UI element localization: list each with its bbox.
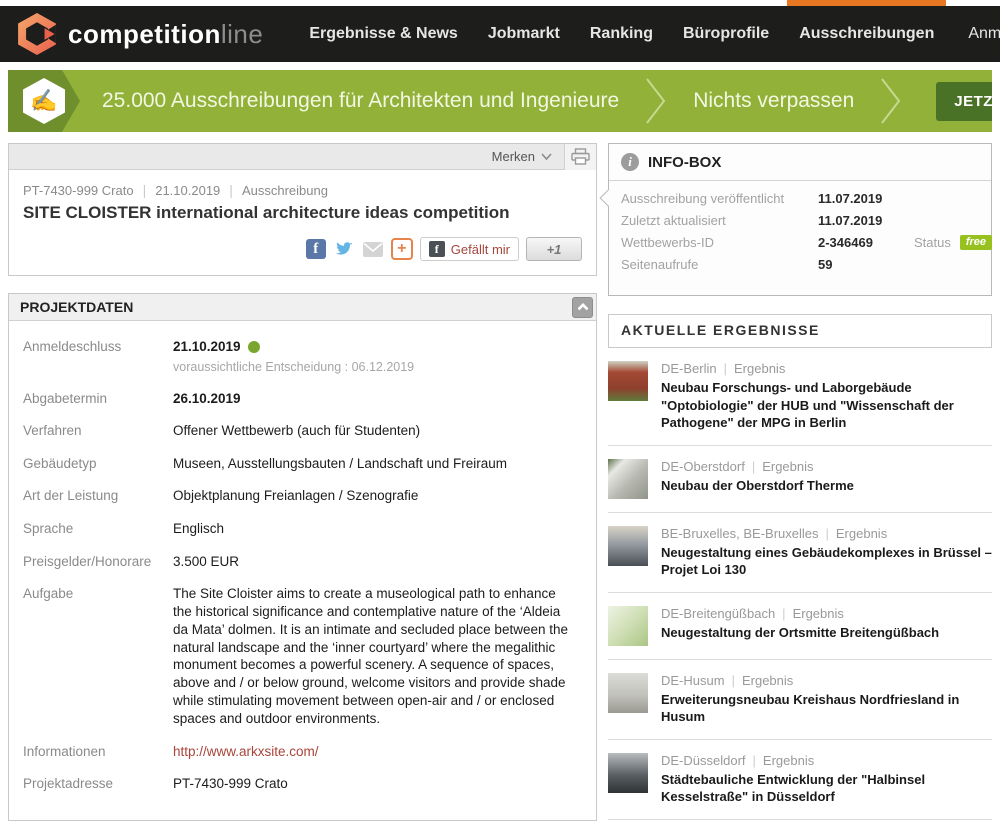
page: competitionline Ergebnisse & News Jobmar…	[0, 0, 1000, 833]
main-nav: Ergebnisse & News Jobmarkt Ranking Bürop…	[309, 6, 934, 62]
result-thumbnail	[608, 673, 648, 713]
breadcrumb-date: 21.10.2019	[155, 183, 220, 198]
print-button[interactable]	[564, 144, 596, 170]
banner-text-1: 25.000 Ausschreibungen für Architekten u…	[102, 89, 619, 113]
field-row-anmeldeschluss: Anmeldeschluss 21.10.2019 voraussichtlic…	[23, 338, 582, 375]
list-item-result[interactable]: BE-Bruxelles, BE-Bruxelles|Ergebnis Neug…	[608, 513, 992, 593]
social-share-row: f + f Gefällt mir +1	[23, 237, 582, 261]
projektdaten-section: PROJEKTDATEN Anmeldeschluss 21.10.2019 v…	[8, 293, 597, 821]
chevron-separator-icon	[880, 77, 902, 125]
info-row-wettbewerbs-id: Wettbewerbs-ID 2-346469 Status free	[621, 235, 979, 250]
chevron-down-icon	[541, 153, 552, 160]
deadline-status-dot	[248, 341, 260, 353]
nav-item-ausschreibungen[interactable]: Ausschreibungen	[799, 6, 934, 62]
facebook-like-button[interactable]: f Gefällt mir	[420, 237, 519, 261]
result-thumbnail	[608, 526, 648, 566]
brand-logo[interactable]: competitionline	[16, 13, 263, 55]
breadcrumb: PT-7430-999 Crato|21.10.2019|Ausschreibu…	[23, 182, 582, 198]
ergebnisse-header: AKTUELLE ERGEBNISSE	[608, 314, 992, 348]
status-label: Status	[914, 235, 951, 250]
nav-item-ranking[interactable]: Ranking	[590, 6, 653, 62]
field-row-projektadresse: Projektadresse PT-7430-999 Crato	[23, 775, 582, 793]
nav-item-jobmarkt[interactable]: Jobmarkt	[488, 6, 560, 62]
collapse-button[interactable]	[572, 297, 593, 318]
result-thumbnail	[608, 606, 648, 646]
page-title: SITE CLOISTER international architecture…	[23, 203, 582, 223]
list-item-result[interactable]: DE-Berlin|Ergebnis Neubau Forschungs- un…	[608, 348, 992, 446]
breadcrumb-project-id: PT-7430-999 Crato	[23, 183, 134, 198]
field-row-aufgabe: Aufgabe The Site Cloister aims to create…	[23, 585, 582, 728]
result-thumbnail	[608, 753, 648, 793]
article-card: Merken PT-7430	[8, 143, 597, 276]
merken-dropdown[interactable]: Merken	[492, 149, 552, 164]
info-row-seitenaufrufe: Seitenaufrufe 59	[621, 257, 979, 272]
field-row-abgabetermin: Abgabetermin 26.10.2019	[23, 390, 582, 408]
breadcrumb-type: Ausschreibung	[242, 183, 328, 198]
info-row-aktualisiert: Zuletzt aktualisiert 11.07.2019	[621, 213, 979, 228]
facebook-mini-icon: f	[429, 241, 445, 257]
field-row-verfahren: Verfahren Offener Wettbewerb (auch für S…	[23, 422, 582, 440]
banner-text-2: Nichts verpassen	[693, 89, 854, 113]
info-icon: i	[621, 153, 639, 171]
result-thumbnail	[608, 361, 648, 401]
info-box: i INFO-BOX Ausschreibung veröffentlicht …	[608, 143, 992, 296]
project-website-link[interactable]: http://www.arkxsite.com/	[173, 744, 319, 759]
ergebnisse-list: DE-Berlin|Ergebnis Neubau Forschungs- un…	[608, 348, 992, 833]
article-toolbar: Merken	[9, 144, 596, 170]
status-badge: free	[960, 235, 992, 250]
field-row-art-der-leistung: Art der Leistung Objektplanung Freianlag…	[23, 487, 582, 505]
brand-wordmark: competitionline	[68, 19, 263, 50]
writing-hand-icon: ✍	[23, 78, 65, 124]
printer-icon	[571, 148, 590, 165]
jetzt-testen-button[interactable]: JETZT TESTEN❯	[936, 82, 992, 121]
info-row-veroeffentlicht: Ausschreibung veröffentlicht 11.07.2019	[621, 191, 979, 206]
expected-decision-note: voraussichtliche Entscheidung : 06.12.20…	[173, 359, 573, 375]
promo-banner: ✍ 25.000 Ausschreibungen für Architekten…	[8, 70, 992, 132]
login-link[interactable]: Anmelden	[968, 25, 1000, 43]
nav-item-bueroprofile[interactable]: Büroprofile	[683, 6, 769, 62]
result-thumbnail	[608, 459, 648, 499]
info-box-title: INFO-BOX	[648, 154, 721, 171]
google-plusone-button[interactable]: +1	[526, 237, 582, 261]
field-row-sprache: Sprache Englisch	[23, 520, 582, 538]
nav-item-ergebnisse-news[interactable]: Ergebnisse & News	[309, 6, 458, 62]
list-item-result[interactable]: CN-Xiong'an|Ergebnis Xiong'an New Area –…	[608, 820, 992, 833]
twitter-share-icon[interactable]	[333, 239, 355, 259]
sharethis-plus-icon[interactable]: +	[391, 238, 413, 260]
field-row-gebaeudetyp: Gebäudetyp Museen, Ausstellungsbauten / …	[23, 455, 582, 473]
list-item-result[interactable]: DE-Breitengüßbach|Ergebnis Neugestaltung…	[608, 593, 992, 660]
brand-hexagon-icon	[16, 13, 58, 55]
chevron-up-icon	[577, 303, 588, 314]
top-navigation-bar: competitionline Ergebnisse & News Jobmar…	[0, 6, 1000, 62]
email-share-icon[interactable]	[362, 241, 384, 258]
section-title-projektdaten: PROJEKTDATEN	[20, 299, 133, 315]
list-item-result[interactable]: DE-Düsseldorf|Ergebnis Städtebauliche En…	[608, 740, 992, 820]
chevron-separator-icon	[645, 77, 667, 125]
list-item-result[interactable]: DE-Husum|Ergebnis Erweiterungsneubau Kre…	[608, 660, 992, 740]
field-row-informationen: Informationen http://www.arkxsite.com/	[23, 743, 582, 761]
banner-badge: ✍	[8, 70, 80, 132]
list-item-result[interactable]: DE-Oberstdorf|Ergebnis Neubau der Oberst…	[608, 446, 992, 513]
field-row-preisgelder: Preisgelder/Honorare 3.500 EUR	[23, 553, 582, 571]
facebook-share-icon[interactable]: f	[306, 239, 326, 259]
